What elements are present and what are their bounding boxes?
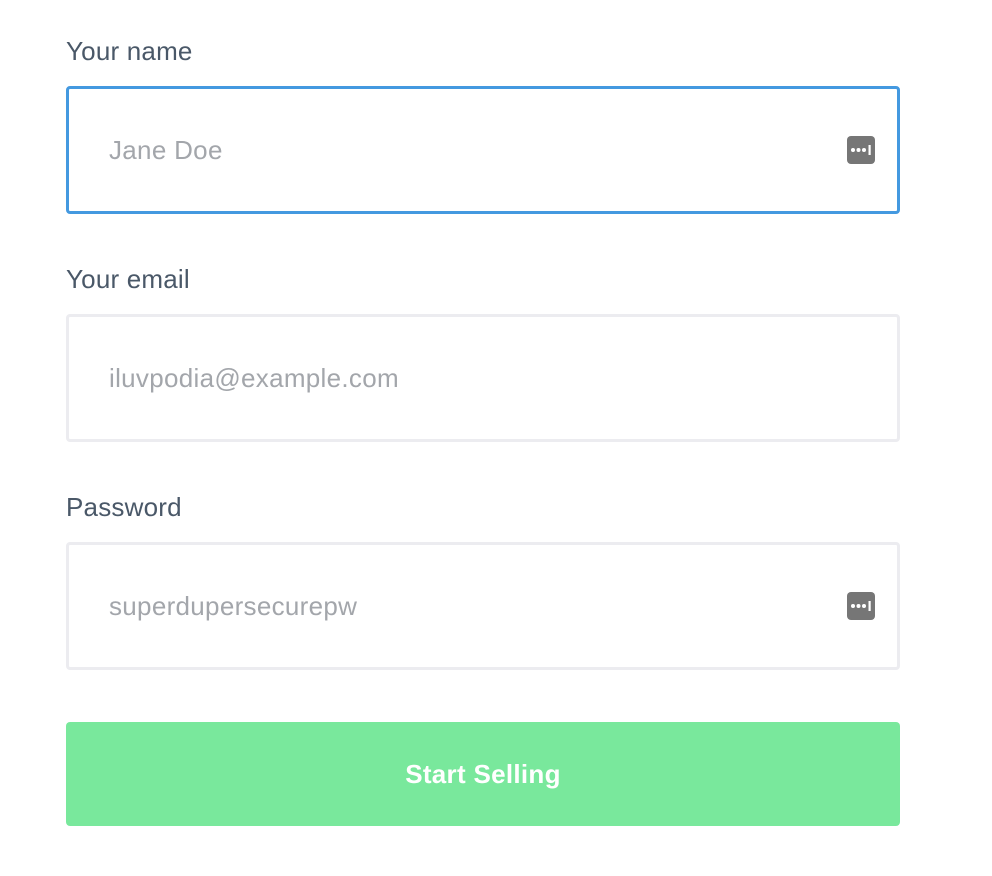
start-selling-button[interactable]: Start Selling	[66, 722, 900, 826]
password-label: Password	[66, 492, 182, 522]
password-placeholder: superdupersecurepw	[109, 590, 358, 621]
name-label: Your name	[66, 36, 193, 66]
password-manager-icon[interactable]	[847, 136, 875, 164]
name-field[interactable]: Jane Doe	[66, 86, 900, 214]
name-placeholder: Jane Doe	[109, 134, 223, 165]
email-field[interactable]: iluvpodia@example.com	[66, 314, 900, 442]
email-label: Your email	[66, 264, 190, 294]
password-field[interactable]: superdupersecurepw	[66, 542, 900, 670]
email-placeholder: iluvpodia@example.com	[109, 362, 399, 393]
password-manager-icon[interactable]	[847, 592, 875, 620]
